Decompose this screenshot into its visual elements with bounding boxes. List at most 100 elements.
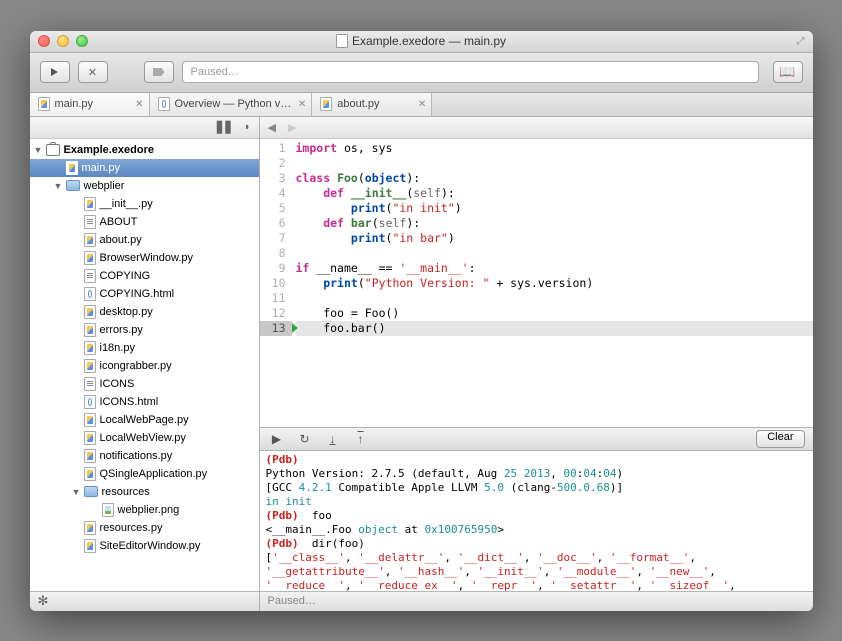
status-field[interactable]: Paused… (182, 61, 759, 83)
tree-item[interactable]: errors.py (30, 321, 259, 339)
debug-console[interactable]: (Pdb) Python Version: 2.7.5 (default, Au… (260, 451, 813, 591)
file-icon (320, 97, 332, 111)
tree-item[interactable]: ▼webplier (30, 177, 259, 195)
editor-navbar: ◀ ▶ (260, 117, 813, 139)
file-icon (84, 305, 96, 319)
file-icon (84, 269, 96, 283)
tree-item[interactable]: BrowserWindow.py (30, 249, 259, 267)
tree-item-label: webplier (84, 180, 125, 192)
step-over-button[interactable]: ↻ (296, 431, 314, 447)
file-icon (84, 413, 96, 427)
file-icon (38, 97, 50, 111)
tree-item-label: about.py (100, 234, 142, 246)
file-icon (84, 197, 96, 211)
tree-item-label: notifications.py (100, 450, 173, 462)
tree-item[interactable]: resources.py (30, 519, 259, 537)
window-title: Example.exedore — main.py (30, 34, 813, 48)
tree-item[interactable]: LocalWebView.py (30, 429, 259, 447)
file-icon (84, 539, 96, 553)
tab-label: about.py (337, 98, 379, 110)
tree-item-label: ICONS (100, 378, 135, 390)
tree-item-label: i18n.py (100, 342, 135, 354)
stop-button[interactable] (78, 61, 108, 83)
file-icon (158, 97, 170, 111)
tree-item[interactable]: QSingleApplication.py (30, 465, 259, 483)
tab-label: main.py (55, 98, 94, 110)
tree-item[interactable]: ▼resources (30, 483, 259, 501)
tree-item[interactable]: ICONS (30, 375, 259, 393)
tree-item-label: BrowserWindow.py (100, 252, 194, 264)
tree-item[interactable]: notifications.py (30, 447, 259, 465)
tree-root[interactable]: ▼ Example.exedore (30, 141, 259, 159)
file-icon (84, 449, 96, 463)
file-tree[interactable]: ▼ Example.exedore main.py ▼webplier __init… (30, 139, 259, 591)
tree-item[interactable]: COPYING.html (30, 285, 259, 303)
folder-icon (66, 180, 80, 191)
tree-item-label: resources (102, 486, 150, 498)
tree-item[interactable]: SiteEditorWindow.py (30, 537, 259, 555)
tree-item[interactable]: about.py (30, 231, 259, 249)
tag-view-icon[interactable]: ◗ (244, 121, 251, 133)
code-editor[interactable]: 12345678910111213 import os, sys class F… (260, 139, 813, 427)
file-icon (84, 521, 96, 535)
tree-item-label: main.py (82, 162, 121, 174)
tree-item[interactable]: COPYING (30, 267, 259, 285)
gutter[interactable]: 12345678910111213 (260, 139, 292, 427)
app-window: Example.exedore — main.py ⤢ Paused… 📖 ma… (30, 31, 813, 611)
tree-item[interactable]: main.py (30, 159, 259, 177)
nav-back-icon[interactable]: ◀ (268, 121, 276, 134)
folder-view-icon[interactable]: ▋▋ (217, 121, 234, 134)
tree-item-label: resources.py (100, 522, 163, 534)
code-area[interactable]: import os, sys class Foo(object): def __… (292, 139, 813, 427)
sidebar-toolbar: ▋▋ ◗ (30, 117, 259, 139)
titlebar: Example.exedore — main.py ⤢ (30, 31, 813, 53)
tree-item[interactable]: webplier.png (30, 501, 259, 519)
tab-about-py[interactable]: about.py ✕ (312, 93, 432, 116)
debug-toolbar: ▶ ↻ ↓ ↑ Clear (260, 427, 813, 451)
bookmarks-button[interactable]: 📖 (773, 61, 803, 83)
file-icon (102, 503, 114, 517)
close-icon[interactable] (38, 35, 50, 47)
tree-item[interactable]: __init__.py (30, 195, 259, 213)
gear-icon[interactable]: ✻ (38, 593, 49, 609)
fullscreen-icon[interactable]: ⤢ (797, 36, 805, 47)
zoom-icon[interactable] (76, 35, 88, 47)
close-tab-icon[interactable]: ✕ (135, 99, 143, 110)
tree-item-label: LocalWebView.py (100, 432, 186, 444)
tab-label: Overview — Python v… (175, 98, 292, 110)
folder-icon (84, 486, 98, 497)
close-tab-icon[interactable]: ✕ (298, 99, 306, 110)
project-name: Example.exedore (64, 144, 155, 156)
file-icon (84, 359, 96, 373)
tree-item-label: SiteEditorWindow.py (100, 540, 201, 552)
nav-forward-icon[interactable]: ▶ (288, 121, 296, 134)
tree-item[interactable]: icongrabber.py (30, 357, 259, 375)
sidebar-statusbar: ✻ (30, 591, 259, 611)
tree-item-label: QSingleApplication.py (100, 468, 208, 480)
tree-item[interactable]: i18n.py (30, 339, 259, 357)
file-icon (84, 467, 96, 481)
file-icon (84, 341, 96, 355)
tree-item[interactable]: ABOUT (30, 213, 259, 231)
tree-item[interactable]: ICONS.html (30, 393, 259, 411)
run-button[interactable] (40, 61, 70, 83)
tab-overview-python-v-[interactable]: Overview — Python v… ✕ (150, 93, 313, 116)
tree-item-label: desktop.py (100, 306, 153, 318)
tree-item-label: icongrabber.py (100, 360, 172, 372)
clear-button[interactable]: Clear (756, 430, 804, 448)
file-icon (84, 215, 96, 229)
step-in-button[interactable]: ↓ (324, 431, 342, 447)
tree-item[interactable]: LocalWebPage.py (30, 411, 259, 429)
minimize-icon[interactable] (57, 35, 69, 47)
continue-button[interactable]: ▶ (268, 431, 286, 447)
breakpoint-button[interactable] (144, 61, 174, 83)
document-icon (336, 34, 348, 48)
file-icon (66, 161, 78, 175)
file-icon (84, 323, 96, 337)
step-out-button[interactable]: ↑ (352, 431, 370, 447)
tree-item[interactable]: desktop.py (30, 303, 259, 321)
close-tab-icon[interactable]: ✕ (418, 99, 426, 110)
file-icon (84, 287, 96, 301)
tree-item-label: __init__.py (100, 198, 153, 210)
tab-main-py[interactable]: main.py ✕ (30, 93, 150, 116)
